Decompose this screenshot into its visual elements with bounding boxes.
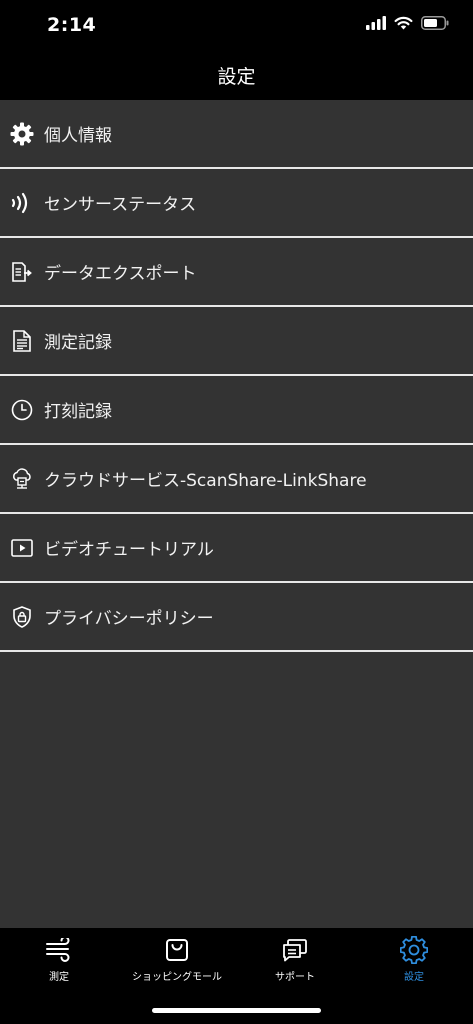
- battery-icon: [421, 16, 449, 30]
- tab-settings[interactable]: 設定: [355, 936, 473, 983]
- tab-label: 測定: [49, 972, 69, 983]
- status-bar: 2:14: [0, 0, 473, 50]
- tab-label: 設定: [404, 972, 424, 983]
- status-time: 2:14: [47, 14, 97, 36]
- menu-label: 測定記録: [44, 333, 112, 353]
- menu-label: クラウドサービス-ScanShare-LinkShare: [44, 471, 367, 491]
- menu-label: 個人情報: [44, 126, 112, 146]
- menu-label: ビデオチュートリアル: [44, 540, 214, 560]
- cloud-service-icon: [10, 467, 34, 491]
- menu-item-clock-records[interactable]: 打刻記録: [0, 376, 473, 445]
- wind-icon: [44, 936, 74, 964]
- clock-icon: [10, 398, 34, 422]
- export-icon: [10, 260, 34, 284]
- menu-label: データエクスポート: [44, 264, 197, 284]
- menu-label: プライバシーポリシー: [44, 609, 214, 629]
- document-icon: [10, 329, 34, 353]
- wifi-icon: [394, 16, 413, 30]
- navigation-bar: 設定: [0, 50, 473, 100]
- page-title: 設定: [217, 65, 256, 88]
- home-indicator: [152, 1008, 321, 1013]
- settings-list: 個人情報 センサーステータス データエクスポート 測定記録 打刻記録 クラウドサ…: [0, 100, 473, 928]
- shield-lock-icon: [10, 605, 34, 629]
- tab-label: ショッピングモール: [132, 972, 222, 983]
- menu-item-measurement-records[interactable]: 測定記録: [0, 307, 473, 376]
- menu-label: 打刻記録: [44, 402, 112, 422]
- tab-support[interactable]: サポート: [236, 936, 354, 983]
- menu-item-video-tutorial[interactable]: ビデオチュートリアル: [0, 514, 473, 583]
- tab-label: サポート: [275, 972, 315, 983]
- status-icons: [366, 16, 449, 30]
- menu-item-personal-info[interactable]: 個人情報: [0, 100, 473, 169]
- tab-shopping-mall[interactable]: ショッピングモール: [118, 936, 236, 983]
- gear-icon: [399, 936, 429, 964]
- menu-item-sensor-status[interactable]: センサーステータス: [0, 169, 473, 238]
- chat-bubbles-icon: [280, 936, 310, 964]
- tab-measurement[interactable]: 測定: [0, 936, 118, 983]
- menu-item-privacy-policy[interactable]: プライバシーポリシー: [0, 583, 473, 652]
- signal-waves-icon: [10, 191, 34, 215]
- gear-icon: [10, 122, 34, 146]
- menu-item-cloud-service[interactable]: クラウドサービス-ScanShare-LinkShare: [0, 445, 473, 514]
- shopping-bag-icon: [162, 936, 192, 964]
- menu-item-data-export[interactable]: データエクスポート: [0, 238, 473, 307]
- video-icon: [10, 536, 34, 560]
- cellular-signal-icon: [366, 16, 386, 30]
- menu-label: センサーステータス: [44, 195, 197, 215]
